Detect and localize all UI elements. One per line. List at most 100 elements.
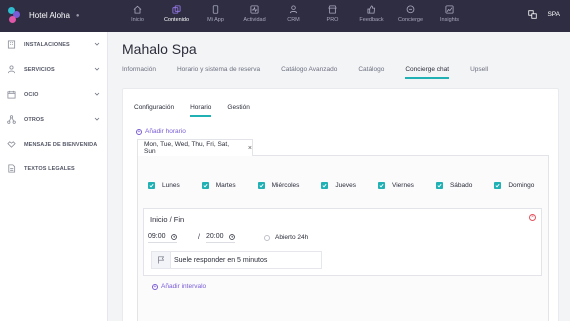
sidebar-item-textos-legales[interactable]: TEXTOS LEGALES xyxy=(0,162,108,176)
flag-icon-box xyxy=(151,251,171,269)
nav-crm[interactable]: CRM xyxy=(274,0,313,32)
nav-actividad[interactable]: Actividad xyxy=(235,0,274,32)
building-icon xyxy=(7,40,16,49)
checkbox[interactable] xyxy=(435,182,443,189)
section-tabs: Información Horario y sistema de reserva… xyxy=(122,66,509,80)
sidebar-item-label: OTROS xyxy=(24,117,45,123)
tab-concierge-chat[interactable]: Concierge chat xyxy=(405,66,449,80)
day-label: Sábado xyxy=(449,182,473,189)
schedule-card: Configuración Horario Gestión + Añadir h… xyxy=(122,88,559,321)
sidebar-item-label: TEXTOS LEGALES xyxy=(24,166,75,172)
day-checkbox-sabado[interactable]: Sábado xyxy=(435,182,473,189)
checkbox[interactable] xyxy=(257,182,265,189)
day-label: Jueves xyxy=(335,182,357,189)
check-icon xyxy=(149,183,154,188)
sidebar-item-instalaciones[interactable]: INSTALACIONES xyxy=(0,38,108,52)
nav-contenido[interactable]: Contenido xyxy=(157,0,196,32)
chevron-down-icon: ● xyxy=(75,12,80,19)
end-time-input[interactable]: 20:00 xyxy=(206,233,235,243)
checkbox[interactable] xyxy=(148,182,155,189)
check-icon xyxy=(259,183,264,188)
tab-catalogo-avanzado[interactable]: Catálogo Avanzado xyxy=(281,66,337,80)
check-icon xyxy=(203,183,208,188)
brand-logo xyxy=(8,7,22,24)
checkbox[interactable] xyxy=(321,182,329,189)
add-interval-link[interactable]: + Añadir intervalo xyxy=(152,283,206,290)
chevron-down-icon xyxy=(94,42,100,46)
thumbs-up-icon xyxy=(367,5,376,14)
nav-label: Insights xyxy=(440,17,459,23)
translate-icon[interactable] xyxy=(528,10,538,19)
open-24h-radio[interactable]: Abierto 24h xyxy=(264,234,308,241)
close-icon[interactable]: × xyxy=(248,145,252,152)
chat-icon xyxy=(406,5,415,14)
add-schedule-link[interactable]: + Añadir horario xyxy=(136,128,186,135)
tab-informacion[interactable]: Información xyxy=(122,66,156,80)
sidebar-item-servicios[interactable]: SERVICIOS xyxy=(0,63,108,77)
start-time-input[interactable]: 09:00 xyxy=(148,233,177,243)
check-icon xyxy=(437,183,442,188)
schedule-days-label: Mon, Tue, Wed, Thu, Fri, Sat, Sun xyxy=(144,141,230,155)
day-checkbox-martes[interactable]: Martes xyxy=(201,182,236,189)
chart-icon xyxy=(445,5,454,14)
users-icon xyxy=(289,5,298,14)
subtab-horario[interactable]: Horario xyxy=(190,104,212,117)
nav-inicio[interactable]: Inicio xyxy=(118,0,157,32)
nav-mi-app[interactable]: Mi App xyxy=(196,0,235,32)
nav-label: Mi App xyxy=(207,17,224,23)
document-icon xyxy=(8,164,16,173)
radio-button[interactable] xyxy=(264,234,270,241)
sidebar-item-label: MENSAJE DE BIENVENIDA xyxy=(24,142,98,148)
nodes-icon xyxy=(7,115,16,124)
page-title: Mahalo Spa xyxy=(122,41,197,57)
sidebar-item-label: OCIO xyxy=(24,92,39,98)
day-checkbox-jueves[interactable]: Jueves xyxy=(321,182,356,189)
store-icon xyxy=(328,5,337,14)
handshake-icon xyxy=(7,141,16,148)
tab-catalogo[interactable]: Catálogo xyxy=(358,66,384,80)
nav-label: Feedback xyxy=(359,17,384,23)
day-checkbox-miercoles[interactable]: Miércoles xyxy=(257,182,299,189)
calendar-icon xyxy=(7,90,16,99)
interval-title: Inicio / Fin xyxy=(150,215,185,224)
remove-interval-icon[interactable]: × xyxy=(529,214,536,221)
nav-label: Concierge xyxy=(397,17,424,23)
checkbox[interactable] xyxy=(378,182,386,189)
tab-horario-reserva[interactable]: Horario y sistema de reserva xyxy=(177,66,260,80)
nav-feedback[interactable]: Feedback xyxy=(352,0,391,32)
check-icon xyxy=(379,183,384,188)
plus-circle-icon: + xyxy=(152,283,158,290)
sidebar-item-mensaje-bienvenida[interactable]: MENSAJE DE BIENVENIDA xyxy=(0,138,108,152)
day-checkbox-domingo[interactable]: Domingo xyxy=(494,182,534,189)
sidebar-item-otros[interactable]: OTROS xyxy=(0,113,108,127)
chevron-down-icon xyxy=(94,117,100,121)
nav-insights[interactable]: Insights xyxy=(430,0,469,32)
response-message-field[interactable]: Suele responder en 5 minutos xyxy=(171,251,322,269)
tab-upsell[interactable]: Upsell xyxy=(470,66,488,80)
main-nav: Inicio Contenido Mi App Actividad CRM PR… xyxy=(118,0,469,32)
end-time-value: 20:00 xyxy=(206,233,224,240)
checkbox[interactable] xyxy=(201,182,209,189)
day-checkbox-lunes[interactable]: Lunes xyxy=(148,182,180,189)
nav-label: Inicio xyxy=(131,17,144,23)
language-selector[interactable]: SPA xyxy=(547,11,560,18)
hotel-selector[interactable]: Hotel Aloha ● xyxy=(8,7,80,24)
day-checkbox-viernes[interactable]: Viernes xyxy=(378,182,414,189)
checkbox[interactable] xyxy=(494,182,502,189)
subtab-configuracion[interactable]: Configuración xyxy=(134,104,174,111)
nav-pro[interactable]: PRO xyxy=(313,0,352,32)
time-separator: / xyxy=(198,234,200,241)
flag-icon xyxy=(158,256,165,264)
open-24h-label: Abierto 24h xyxy=(275,234,309,241)
nav-concierge[interactable]: Concierge xyxy=(391,0,430,32)
plus-circle-icon: + xyxy=(136,128,142,135)
phone-icon xyxy=(212,5,219,14)
activity-icon xyxy=(250,5,259,14)
nav-label: CRM xyxy=(287,17,300,23)
response-message-value: Suele responder en 5 minutos xyxy=(174,256,268,264)
sidebar-item-label: SERVICIOS xyxy=(24,67,55,73)
schedule-days-tab[interactable]: Mon, Tue, Wed, Thu, Fri, Sat, Sun × xyxy=(137,139,253,156)
sidebar-item-ocio[interactable]: OCIO xyxy=(0,88,108,102)
start-time-value: 09:00 xyxy=(148,233,166,240)
subtab-gestion[interactable]: Gestión xyxy=(227,104,249,111)
